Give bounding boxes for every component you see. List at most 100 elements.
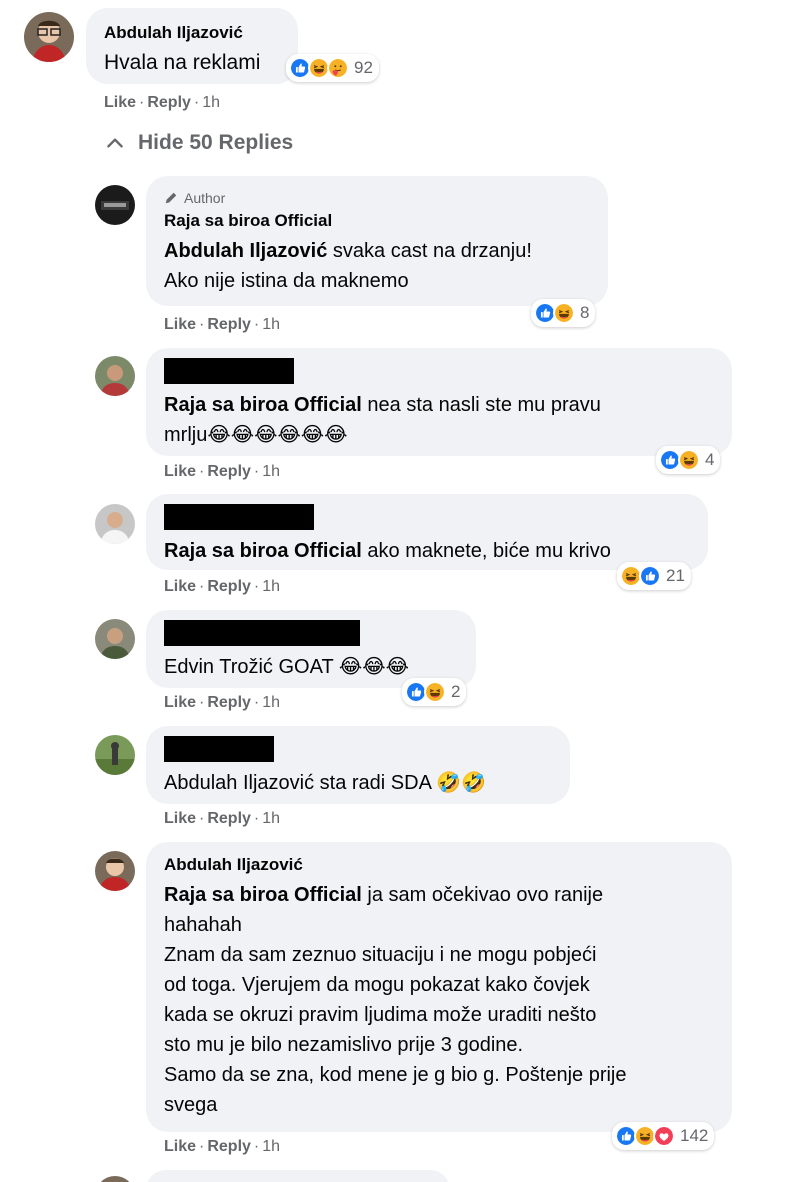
reply-bubble: Edvin Trožić GOAT 😂😂😂: [146, 610, 476, 688]
reply-text-line: Samo da se zna, kod mene je g bio g. Poš…: [164, 1064, 627, 1086]
reply-text: Raja sa biroa Official nea sta nasli ste…: [164, 394, 601, 416]
timestamp[interactable]: 1h: [262, 578, 280, 595]
reaction-count: 92: [354, 58, 373, 77]
pencil-icon: [165, 192, 177, 204]
reply-bubble: Abdulah Iljazović sta radi SDA 🤣🤣: [146, 726, 570, 804]
comment-actions: Like · Reply · 1h: [104, 94, 221, 111]
reply-text: Abdulah Iljazović sta radi SDA 🤣🤣: [164, 772, 487, 794]
mention-link[interactable]: Abdulah Iljazović: [164, 240, 327, 262]
reply-text: Raja sa biroa Official ako maknete, biće…: [164, 540, 611, 562]
haha-icon: [424, 681, 446, 703]
like-button[interactable]: Like: [164, 463, 196, 480]
author-badge-label: Author: [184, 190, 226, 206]
mention-link[interactable]: Raja sa biroa Official: [164, 884, 362, 906]
reaction-count: 8: [580, 303, 590, 322]
reaction-count: 21: [666, 566, 685, 585]
reaction-count: 4: [705, 450, 715, 469]
timestamp[interactable]: 1h: [262, 316, 280, 333]
chevron-up-icon: [107, 138, 123, 148]
like-button[interactable]: Like: [104, 94, 136, 111]
like-button[interactable]: Like: [164, 316, 196, 333]
like-button[interactable]: Like: [164, 694, 196, 711]
love-icon: [653, 1125, 675, 1147]
reply-button[interactable]: Reply: [147, 94, 191, 111]
avatar[interactable]: [95, 735, 135, 775]
timestamp[interactable]: 1h: [262, 810, 280, 827]
comment-bubble: Abdulah Iljazović Hvala na reklami: [86, 8, 298, 84]
timestamp[interactable]: 1h: [262, 1138, 280, 1155]
avatar[interactable]: [95, 504, 135, 544]
hide-replies-label: Hide 50 Replies: [138, 131, 294, 154]
reply-author[interactable]: [164, 620, 458, 648]
reaction-count: 2: [451, 682, 461, 701]
like-button[interactable]: Like: [164, 1138, 196, 1155]
reaction-summary[interactable]: 8: [531, 299, 596, 327]
reply-text-line: svega: [164, 1094, 218, 1116]
redaction-bar: [164, 620, 360, 646]
timestamp[interactable]: 1h: [262, 463, 280, 480]
reply-text-line: od toga. Vjerujem da mogu pokazat kako č…: [164, 974, 590, 996]
reply-bubble: Author Raja sa biroa Official Abdulah Il…: [146, 176, 608, 306]
reaction-summary[interactable]: 92: [286, 54, 379, 82]
reply-actions: Like · Reply · 1h: [164, 463, 281, 480]
avatar[interactable]: [95, 356, 135, 396]
reply-button[interactable]: Reply: [207, 810, 251, 827]
reply-actions: Like · Reply · 1h: [164, 810, 281, 827]
avatar[interactable]: [95, 619, 135, 659]
author-badge: Author: [164, 188, 590, 208]
redaction-bar: [164, 504, 314, 530]
reply-text-line: hahahah: [164, 914, 242, 936]
reply-text: Raja sa biroa Official ja sam očekivao o…: [164, 884, 604, 906]
mention-link[interactable]: Raja sa biroa Official: [164, 394, 362, 416]
timestamp[interactable]: 1h: [262, 694, 280, 711]
reaction-summary[interactable]: 4: [656, 446, 721, 474]
haha-icon: [553, 302, 575, 324]
reply-button[interactable]: Reply: [207, 1138, 251, 1155]
like-button[interactable]: Like: [164, 578, 196, 595]
timestamp[interactable]: 1h: [202, 94, 220, 111]
comment-author[interactable]: Abdulah Iljazović: [104, 22, 280, 44]
reply-text-line: kada se okruzi pravim ljudima može uradi…: [164, 1004, 597, 1026]
reply-actions: Like · Reply · 1h: [164, 578, 281, 595]
reply-bubble: Raja sa biroa Official ako maknete, biće…: [146, 494, 708, 570]
reply-author[interactable]: Raja sa biroa Official: [164, 210, 590, 232]
like-icon: [639, 565, 661, 587]
mention-link[interactable]: Abdulah Iljazović: [164, 772, 314, 794]
reply-text: Abdulah Iljazović svaka cast na drzanju!: [164, 240, 532, 262]
reply-bubble: [146, 1170, 450, 1182]
redaction-bar: [164, 358, 294, 384]
comment-text: Hvala na reklami: [104, 51, 261, 74]
redaction-bar: [164, 736, 274, 762]
reaction-summary[interactable]: 142: [612, 1122, 715, 1150]
haha-icon: [678, 449, 700, 471]
reply-button[interactable]: Reply: [207, 578, 251, 595]
avatar[interactable]: [95, 1176, 135, 1182]
reaction-summary[interactable]: 2: [402, 678, 467, 706]
reply-button[interactable]: Reply: [207, 463, 251, 480]
reply-text-line: Ako nije istina da maknemo: [164, 270, 409, 292]
reaction-summary[interactable]: 21: [617, 562, 691, 590]
reaction-count: 142: [680, 1126, 709, 1145]
reply-author[interactable]: Abdulah Iljazović: [164, 854, 714, 876]
mention-link[interactable]: Edvin Trožić: [164, 656, 273, 678]
care-icon: [327, 57, 349, 79]
reply-bubble: Raja sa biroa Official nea sta nasli ste…: [146, 348, 732, 456]
reply-actions: Like · Reply · 1h: [164, 694, 281, 711]
reply-actions: Like · Reply · 1h: [164, 1138, 281, 1155]
reply-text-line: sto mu je bilo nezamislivo prije 3 godin…: [164, 1034, 524, 1056]
avatar[interactable]: [24, 12, 74, 62]
avatar[interactable]: [95, 851, 135, 891]
reply-button[interactable]: Reply: [207, 316, 251, 333]
hide-replies-button[interactable]: Hide 50 Replies: [104, 131, 293, 155]
avatar[interactable]: [95, 185, 135, 225]
reply-actions: Like · Reply · 1h: [164, 316, 281, 333]
like-button[interactable]: Like: [164, 810, 196, 827]
reply-author[interactable]: [164, 736, 552, 764]
reply-author[interactable]: [164, 358, 714, 386]
reply-text-line: Znam da sam zeznuo situaciju i ne mogu p…: [164, 944, 597, 966]
reply-author[interactable]: [164, 504, 690, 532]
reply-button[interactable]: Reply: [207, 694, 251, 711]
reply-bubble: Abdulah Iljazović Raja sa biroa Official…: [146, 842, 732, 1132]
reply-text-line: mrlju😂😂😂😂😂😂: [164, 424, 348, 446]
mention-link[interactable]: Raja sa biroa Official: [164, 540, 362, 562]
